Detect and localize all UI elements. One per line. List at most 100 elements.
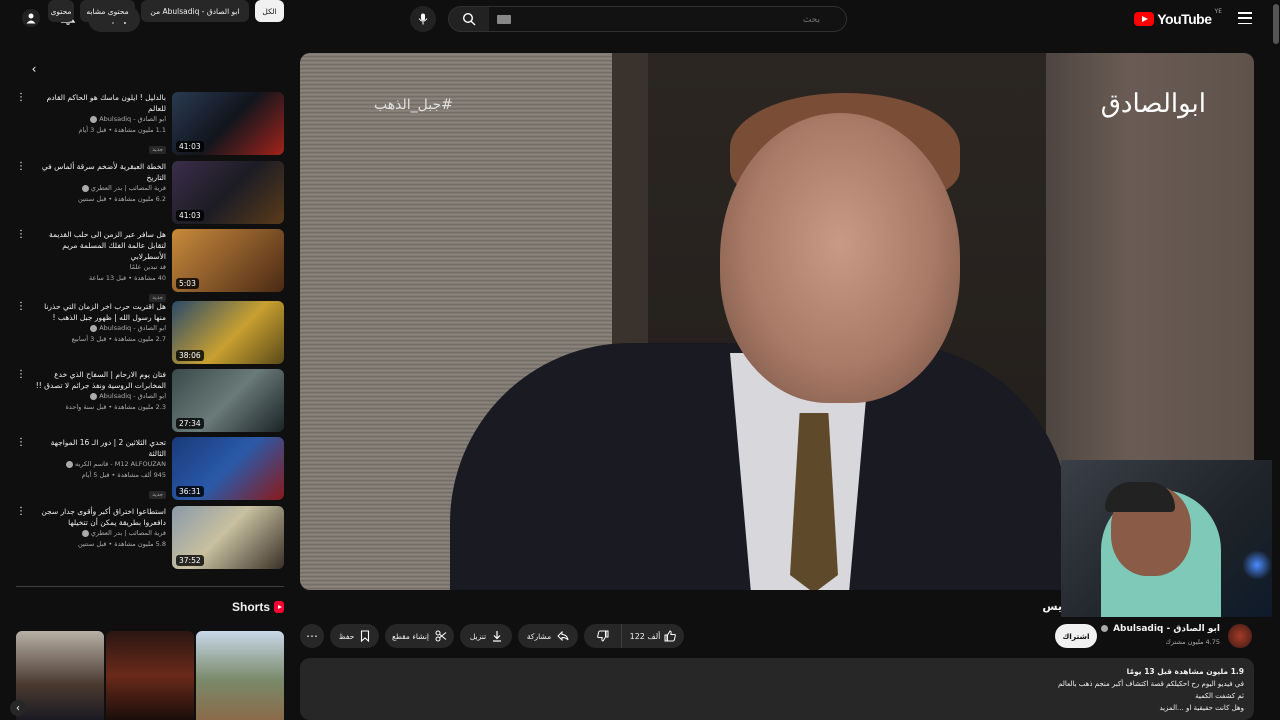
shorts-header: Shorts [180, 600, 284, 614]
channel-name[interactable]: M12 ALFOUZAN - قاسم الكريه [32, 459, 166, 470]
list-item[interactable]: 36:31 تحدي الثلاثين 2 | دور الـ 16 الموا… [16, 437, 284, 501]
description-line: في فيديو اليوم رح احكيلكم قصة اكتشاف أكب… [1058, 680, 1244, 688]
webcam-hat [1105, 482, 1175, 512]
more-vert-icon[interactable]: ⋮ [16, 438, 26, 448]
channel-name-main[interactable]: ابو الصادق - Abulsadiq [1099, 624, 1220, 634]
microphone-icon [418, 13, 428, 25]
video-stats: 40 مشاهدة • قبل 13 ساعة [88, 274, 166, 282]
channel-name-text: M12 ALFOUZAN - قاسم الكريه [75, 460, 166, 468]
channel-watermark: ابوالصادق [1100, 89, 1206, 119]
video-thumbnail[interactable]: 27:34 [172, 369, 284, 432]
shorts-icon [274, 601, 284, 613]
verified-icon [1100, 625, 1108, 632]
voice-search-button[interactable] [410, 6, 436, 32]
chevron-left-icon[interactable]: ‹ [24, 58, 44, 80]
dislike-button[interactable] [584, 624, 622, 648]
video-thumbnail[interactable]: 36:31 [172, 437, 284, 500]
search-button[interactable] [448, 6, 490, 32]
video-duration: 27:34 [176, 418, 204, 429]
chip-similar[interactable]: محتوى مشابه [80, 0, 135, 22]
video-duration: 41:03 [176, 141, 204, 152]
clip-button[interactable]: إنشاء مقطع [385, 624, 454, 648]
channel-name-main-text: ابو الصادق - Abulsadiq [1113, 624, 1220, 634]
video-title[interactable]: استطاعوا اختراق أكبر وأقوى جدار سجن دافع… [32, 506, 166, 528]
video-stats: 6.2 مليون مشاهدة • قبل سنتين [77, 195, 166, 203]
video-stats: 2.3 مليون مشاهدة • قبل سنة واحدة [65, 403, 166, 411]
scrollbar-thumb[interactable] [1273, 4, 1279, 44]
video-thumbnail[interactable]: 37:52 [172, 506, 284, 569]
more-vert-icon[interactable]: ⋮ [16, 93, 26, 103]
scissors-icon [435, 630, 447, 642]
short-thumbnail[interactable] [106, 631, 194, 720]
channel-name[interactable]: قرية المصائب | بدر العطري [32, 183, 166, 194]
video-thumbnail[interactable]: 41:03 [172, 92, 284, 155]
subscribe-button[interactable]: اشتراك [1055, 624, 1097, 648]
more-vert-icon[interactable]: ⋮ [16, 162, 26, 172]
more-vert-icon[interactable]: ⋮ [16, 230, 26, 240]
channel-name[interactable]: قد تبدين علمًا [32, 262, 166, 273]
channel-name[interactable]: ابو الصادق - Abulsadiq [32, 391, 166, 402]
more-vert-icon[interactable]: ⋮ [16, 370, 26, 380]
video-title[interactable]: هل سافر عبر الزمن الى حلب القديمة لتقابل… [32, 229, 166, 262]
video-duration: 37:52 [176, 555, 204, 566]
video-duration: 36:31 [176, 486, 204, 497]
list-item[interactable]: 41:03 الخطة العبقرية لأضخم سرقة ألماس في… [16, 161, 284, 225]
list-item[interactable]: 5:03 هل سافر عبر الزمن الى حلب القديمة ل… [16, 229, 284, 302]
short-thumbnail[interactable] [196, 631, 284, 720]
list-item[interactable]: 27:34 فتان يوم الارحام | السفاح الذي خدع… [16, 369, 284, 433]
video-title[interactable]: تحدي الثلاثين 2 | دور الـ 16 المواجهة ال… [32, 437, 166, 459]
chevron-left-icon[interactable]: ‹ [10, 700, 26, 716]
save-button[interactable]: حفظ [330, 624, 379, 648]
chip-related[interactable]: محتوى [48, 0, 74, 22]
list-item[interactable]: 38:06 هل اقتربت حرب اخر الزمان التي حذرن… [16, 301, 284, 365]
bookmark-icon [361, 630, 370, 642]
like-button[interactable]: 122 ألف [622, 624, 684, 648]
channel-name[interactable]: قرية المصائب | بدر العطري [32, 528, 166, 539]
video-thumbnail[interactable]: 5:03 [172, 229, 284, 292]
list-item[interactable]: 41:03 بالدليل ! ايلون ماسك هو الحاكم الق… [16, 92, 284, 156]
page-scrollbar[interactable] [1272, 0, 1280, 720]
new-badge: جديد [149, 146, 166, 154]
list-item[interactable]: 37:52 استطاعوا اختراق أكبر وأقوى جدار سج… [16, 506, 284, 570]
video-duration: 5:03 [176, 278, 199, 289]
channel-avatar[interactable] [1228, 624, 1252, 648]
video-stats: 2.7 مليون مشاهدة • قبل 3 أسابيع [71, 335, 166, 343]
video-title[interactable]: هل اقتربت حرب اخر الزمان التي حذرنا منها… [32, 301, 166, 323]
search-input[interactable] [489, 8, 846, 32]
description-box[interactable]: 1.9 مليون مشاهدة قبل 13 يومًا في فيديو ا… [300, 658, 1254, 720]
video-thumbnail[interactable]: 41:03 [172, 161, 284, 224]
video-hashtag-overlay: #جبل_الذهب [374, 97, 453, 113]
chip-from-channel[interactable]: من Abulsadiq - ابو الصادق [141, 0, 249, 22]
more-vert-icon[interactable]: ⋮ [16, 302, 26, 312]
subscriber-count: 4.75 مليون مشترك [1165, 638, 1220, 646]
more-vert-icon[interactable]: ⋮ [16, 507, 26, 517]
keyboard-icon[interactable] [497, 15, 511, 24]
channel-name-text: قرية المصائب | بدر العطري [90, 529, 166, 537]
channel-name[interactable]: ابو الصادق - Abulsadiq [32, 114, 166, 125]
account-avatar[interactable] [22, 9, 40, 27]
youtube-logo[interactable]: YouTube YE [1134, 8, 1222, 28]
region-code: YE [1214, 8, 1222, 15]
section-divider [16, 586, 284, 587]
verified-icon [90, 392, 98, 400]
menu-icon[interactable] [1238, 12, 1252, 24]
share-label: مشاركة [526, 631, 552, 641]
download-icon [493, 631, 502, 642]
download-button[interactable]: تنزيل [460, 624, 512, 648]
channel-name-text: قرية المصائب | بدر العطري [90, 184, 166, 192]
video-title[interactable]: الخطة العبقرية لأضخم سرقة ألماس في التار… [32, 161, 166, 183]
video-stats: 1.1 مليون مشاهدة • قبل 3 أيام [78, 126, 166, 134]
more-horiz-icon[interactable]: ⋯ [300, 624, 324, 648]
verified-icon [81, 529, 89, 537]
channel-name[interactable]: ابو الصادق - Abulsadiq [32, 323, 166, 334]
share-button[interactable]: مشاركة [518, 624, 578, 648]
video-title[interactable]: فتان يوم الارحام | السفاح الذي خدع المخا… [32, 369, 166, 391]
chip-all[interactable]: الكل [255, 0, 284, 22]
short-thumbnail[interactable] [16, 631, 104, 720]
verified-icon [81, 184, 89, 192]
video-thumbnail[interactable]: 38:06 [172, 301, 284, 364]
logo-text: YouTube [1157, 11, 1212, 27]
video-title[interactable]: بالدليل ! ايلون ماسك هو الحاكم القادم لل… [32, 92, 166, 114]
webcam-light [1242, 550, 1272, 580]
description-line: وهل كانت حقيقية او ...المزيد [1159, 704, 1244, 712]
